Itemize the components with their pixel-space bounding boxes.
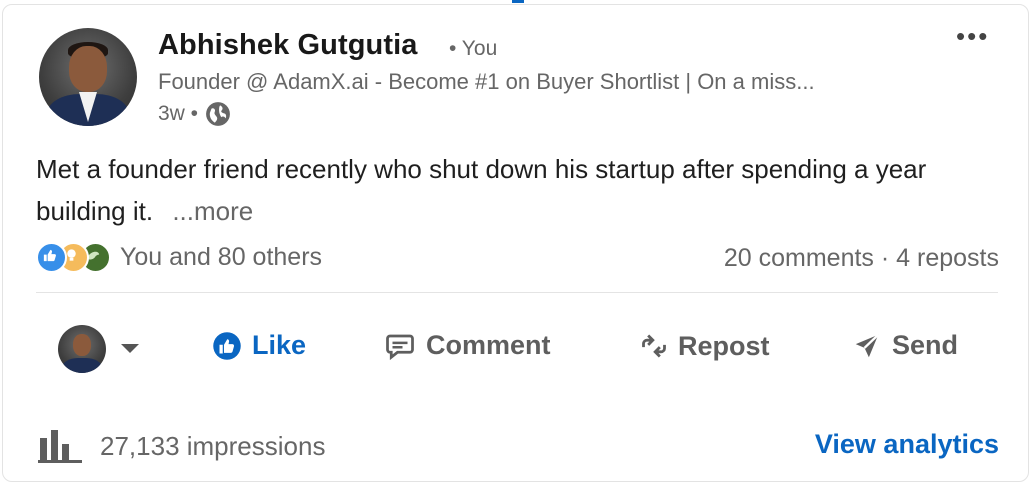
- repost-icon: [642, 334, 666, 358]
- author-relation: • You: [449, 37, 498, 60]
- send-icon: [855, 333, 880, 357]
- impressions-count: 27,133 impressions: [100, 430, 326, 461]
- post-meta: 3w •: [158, 101, 231, 127]
- reactor-avatar[interactable]: [58, 325, 106, 373]
- author-headline: Founder @ AdamX.ai - Become #1 on Buyer …: [158, 69, 815, 94]
- post-text: Met a founder friend recently who shut d…: [36, 154, 927, 226]
- author-name[interactable]: Abhishek Gutgutia: [158, 29, 418, 62]
- impressions: 27,133 impressions: [38, 428, 325, 464]
- view-analytics-link[interactable]: View analytics: [815, 429, 999, 460]
- author-avatar[interactable]: [39, 28, 137, 126]
- see-more-link[interactable]: ...more: [172, 196, 253, 226]
- like-reaction-icon: [36, 242, 67, 273]
- repost-label: Repost: [678, 330, 770, 361]
- bar-chart-icon: [38, 430, 82, 463]
- send-button[interactable]: Send: [852, 330, 958, 361]
- chevron-down-icon[interactable]: [121, 344, 139, 353]
- post-time: 3w •: [158, 102, 199, 125]
- more-options-icon[interactable]: •••: [956, 23, 989, 49]
- comments-reposts-count[interactable]: 20 comments · 4 reposts: [724, 244, 999, 273]
- reactions-count: You and 80 others: [120, 243, 323, 271]
- thumbs-up-icon: [213, 331, 241, 360]
- divider: [36, 292, 998, 293]
- repost-button[interactable]: Repost: [640, 330, 770, 362]
- comment-icon: [386, 334, 414, 360]
- top-indicator: [512, 0, 524, 3]
- like-button[interactable]: Like: [212, 330, 306, 361]
- post-body: Met a founder friend recently who shut d…: [36, 148, 1011, 232]
- globe-icon: [206, 102, 230, 126]
- comment-button[interactable]: Comment: [384, 330, 551, 361]
- send-label: Send: [892, 330, 959, 360]
- like-label: Like: [252, 330, 307, 360]
- reactions-summary[interactable]: You and 80 others: [36, 242, 322, 273]
- comment-label: Comment: [426, 330, 551, 360]
